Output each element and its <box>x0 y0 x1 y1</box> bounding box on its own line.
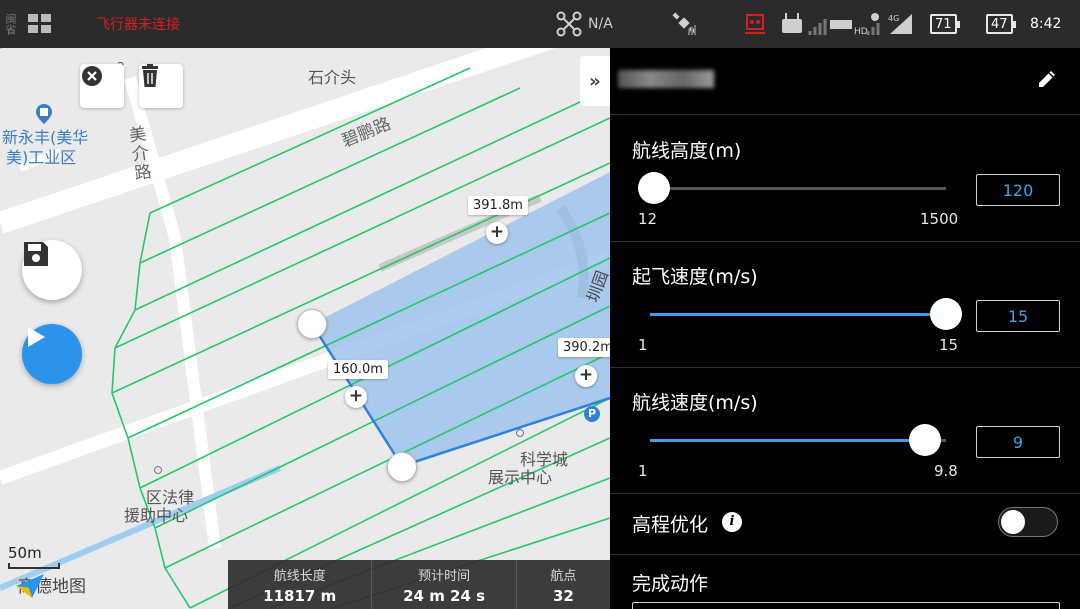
edit-name-button[interactable] <box>1036 68 1058 94</box>
map-label-fayuan-2: 援助中心 <box>124 506 189 525</box>
phone-battery: 47 <box>986 0 1016 48</box>
takeoff-speed-slider-thumb[interactable] <box>930 298 962 330</box>
distance-tag: 160.0m <box>328 360 388 379</box>
stat-waypoints: 航点 32 <box>517 560 610 609</box>
takeoff-speed-max: 15 <box>939 336 959 354</box>
add-waypoint-icon[interactable]: + <box>486 222 508 244</box>
scale-label: 50m <box>8 544 42 562</box>
add-waypoint-icon[interactable]: + <box>345 386 367 408</box>
altitude-min: 12 <box>638 210 658 228</box>
takeoff-speed-input[interactable]: 15 <box>976 300 1060 332</box>
survey-area[interactable] <box>312 172 610 466</box>
drone-status: N/A <box>588 16 613 32</box>
panel-header <box>610 48 1080 114</box>
save-button[interactable] <box>22 240 82 300</box>
route-speed-slider-fill <box>650 439 926 442</box>
trash-icon <box>142 64 158 87</box>
distance-tag: 390.2m <box>558 338 610 357</box>
map-view[interactable]: 石介头 碧鹏路 美介路 新永丰(美华 美)工业区 3 科学城 展示中心 区法律 … <box>0 48 610 609</box>
stat-label: 航点 <box>550 568 577 584</box>
altitude-max: 1500 <box>920 210 959 228</box>
altitude-label: 航线高度(m) <box>632 140 742 162</box>
clear-button[interactable] <box>80 64 124 108</box>
mission-settings-panel: 航线高度(m) 12 1500 120 起飞速度(m/s) 1 15 15 航线… <box>610 48 1080 609</box>
parking-icon: P <box>584 406 600 422</box>
stat-est-time: 预计时间 24 m 24 s <box>372 560 517 609</box>
collapse-panel-button[interactable]: » <box>580 56 610 106</box>
mission-stats: 航线长度 11817 m 预计时间 24 m 24 s 航点 32 <box>228 560 610 609</box>
drone-battery: 71 <box>930 0 960 48</box>
map-scale: 50m <box>8 544 60 569</box>
start-mission-button[interactable] <box>22 324 82 384</box>
poi-dot-icon <box>516 429 524 437</box>
elevation-opt-label: 高程优化 <box>632 514 709 536</box>
hd-signal-icon: HD <box>830 0 890 48</box>
corner-label: 闽省 <box>2 0 18 48</box>
map-label-xinyongfeng-2: 美)工业区 <box>6 148 77 167</box>
divider <box>610 367 1080 368</box>
controller-icon <box>780 0 830 48</box>
distance-tag: 391.8m <box>468 196 528 215</box>
takeoff-speed-min: 1 <box>638 336 648 354</box>
altitude-input[interactable]: 120 <box>976 174 1060 206</box>
route-speed-label: 航线速度(m/s) <box>632 392 758 414</box>
vertex-handle[interactable] <box>387 452 417 482</box>
delete-button[interactable] <box>139 64 183 108</box>
satellite-icon <box>672 0 698 48</box>
divider <box>610 493 1080 494</box>
stat-route-length: 航线长度 11817 m <box>228 560 373 609</box>
corner-text: 闽省 <box>4 13 17 35</box>
map-label-shijietou: 石介头 <box>308 68 357 87</box>
add-waypoint-icon[interactable]: + <box>575 365 597 387</box>
save-icon <box>24 242 48 266</box>
divider <box>610 554 1080 555</box>
amap-logo-icon <box>16 574 44 598</box>
cellular-signal-icon: 4G <box>886 0 916 48</box>
drone-battery-value: 71 <box>935 16 952 32</box>
close-circle-icon <box>82 66 102 86</box>
stat-value: 32 <box>552 586 574 605</box>
elevation-opt-toggle[interactable] <box>998 507 1058 537</box>
takeoff-speed-label: 起飞速度(m/s) <box>632 266 758 288</box>
phone-battery-value: 47 <box>991 16 1008 32</box>
finish-action-select[interactable] <box>632 602 1060 609</box>
svg-text:HD: HD <box>854 27 868 37</box>
svg-text:4G: 4G <box>888 14 899 23</box>
finish-action-label: 完成动作 <box>632 573 709 595</box>
play-icon <box>28 327 45 347</box>
toggle-knob <box>1001 510 1025 534</box>
rc-signal-icon <box>744 0 766 48</box>
stat-label: 航线长度 <box>273 568 326 584</box>
route-speed-min: 1 <box>638 462 648 480</box>
route-speed-slider-thumb[interactable] <box>909 424 942 456</box>
vertex-handle[interactable] <box>297 309 327 339</box>
drone-icon <box>556 0 582 48</box>
route-speed-max: 9.8 <box>934 462 958 480</box>
stat-label: 预计时间 <box>418 568 471 584</box>
status-bar: 闽省 飞行器未连接 N/A HD 4G 71 47 8:42 <box>0 0 1080 48</box>
pencil-icon <box>1039 71 1055 87</box>
stat-value: 11817 m <box>263 586 337 605</box>
divider <box>610 241 1080 242</box>
poi-dot-icon <box>154 466 162 474</box>
map-label-zhanshi: 展示中心 <box>488 468 553 487</box>
divider <box>610 114 1080 115</box>
poi-building-icon <box>36 104 52 124</box>
apps-grid-icon[interactable] <box>28 0 52 48</box>
stat-value: 24 m 24 s <box>403 586 486 605</box>
takeoff-speed-slider-fill <box>650 313 946 316</box>
map-logo: 高德地图 <box>14 572 86 598</box>
connection-warning: 飞行器未连接 <box>96 17 180 33</box>
altitude-slider-thumb[interactable] <box>638 172 671 204</box>
info-icon[interactable]: i <box>722 512 742 532</box>
mission-name-redacted <box>618 70 714 88</box>
clock: 8:42 <box>1030 16 1062 32</box>
altitude-slider-track[interactable] <box>650 187 946 190</box>
route-speed-input[interactable]: 9 <box>976 426 1060 458</box>
